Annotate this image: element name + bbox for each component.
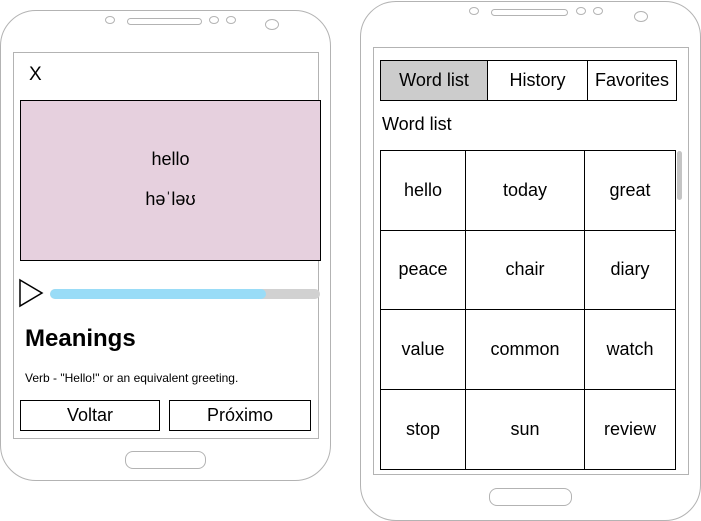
tab-word-list[interactable]: Word list	[381, 61, 487, 100]
word-cell[interactable]: review	[585, 390, 675, 470]
tab-history[interactable]: History	[487, 61, 587, 100]
tab-favorites[interactable]: Favorites	[587, 61, 676, 100]
word-cell[interactable]: common	[466, 310, 585, 390]
word-cell[interactable]: stop	[381, 389, 466, 469]
word-cell[interactable]: diary	[585, 231, 675, 310]
phone-speaker	[127, 18, 202, 25]
word-text: hello	[151, 149, 190, 169]
home-button[interactable]	[489, 488, 572, 506]
back-button[interactable]: Voltar	[20, 400, 160, 431]
word-grid: hello today great peace chair diary valu…	[380, 150, 676, 470]
word-cell[interactable]: sun	[466, 389, 585, 469]
meaning-description: Verb - "Hello!" or an equivalent greetin…	[25, 371, 239, 385]
word-cell[interactable]: chair	[466, 230, 585, 310]
phone-speaker	[491, 9, 568, 16]
play-triangle-icon[interactable]	[18, 278, 44, 308]
phone-camera	[634, 11, 648, 22]
word-cell[interactable]: value	[381, 310, 466, 390]
word-cell[interactable]: watch	[585, 310, 675, 390]
phone-sensor-dot	[226, 16, 236, 24]
phone-sensor-dot	[593, 7, 603, 15]
phonetic-text: həˈləʊ	[145, 189, 196, 209]
word-cell[interactable]: today	[466, 151, 585, 231]
audio-progress-bar[interactable]	[50, 289, 320, 299]
word-cell[interactable]: peace	[381, 230, 466, 310]
phone-sensor-dot	[209, 16, 219, 24]
tab-bar: Word list History Favorites	[380, 60, 677, 101]
section-title: Word list	[382, 114, 452, 134]
audio-progress-fill	[50, 289, 266, 299]
word-cell[interactable]: hello	[381, 151, 466, 231]
close-button[interactable]: X	[29, 63, 42, 87]
home-button[interactable]	[125, 451, 206, 469]
word-cell[interactable]: great	[585, 151, 675, 231]
meanings-heading: Meanings	[25, 325, 136, 352]
phone-sensor-dot	[576, 7, 586, 15]
phone-sensor-dot	[105, 16, 115, 24]
phone-camera	[265, 19, 279, 30]
word-card: hello həˈləʊ	[20, 100, 321, 261]
next-button[interactable]: Próximo	[169, 400, 311, 431]
phone-sensor-dot	[469, 7, 479, 15]
scrollbar-thumb[interactable]	[677, 151, 682, 200]
